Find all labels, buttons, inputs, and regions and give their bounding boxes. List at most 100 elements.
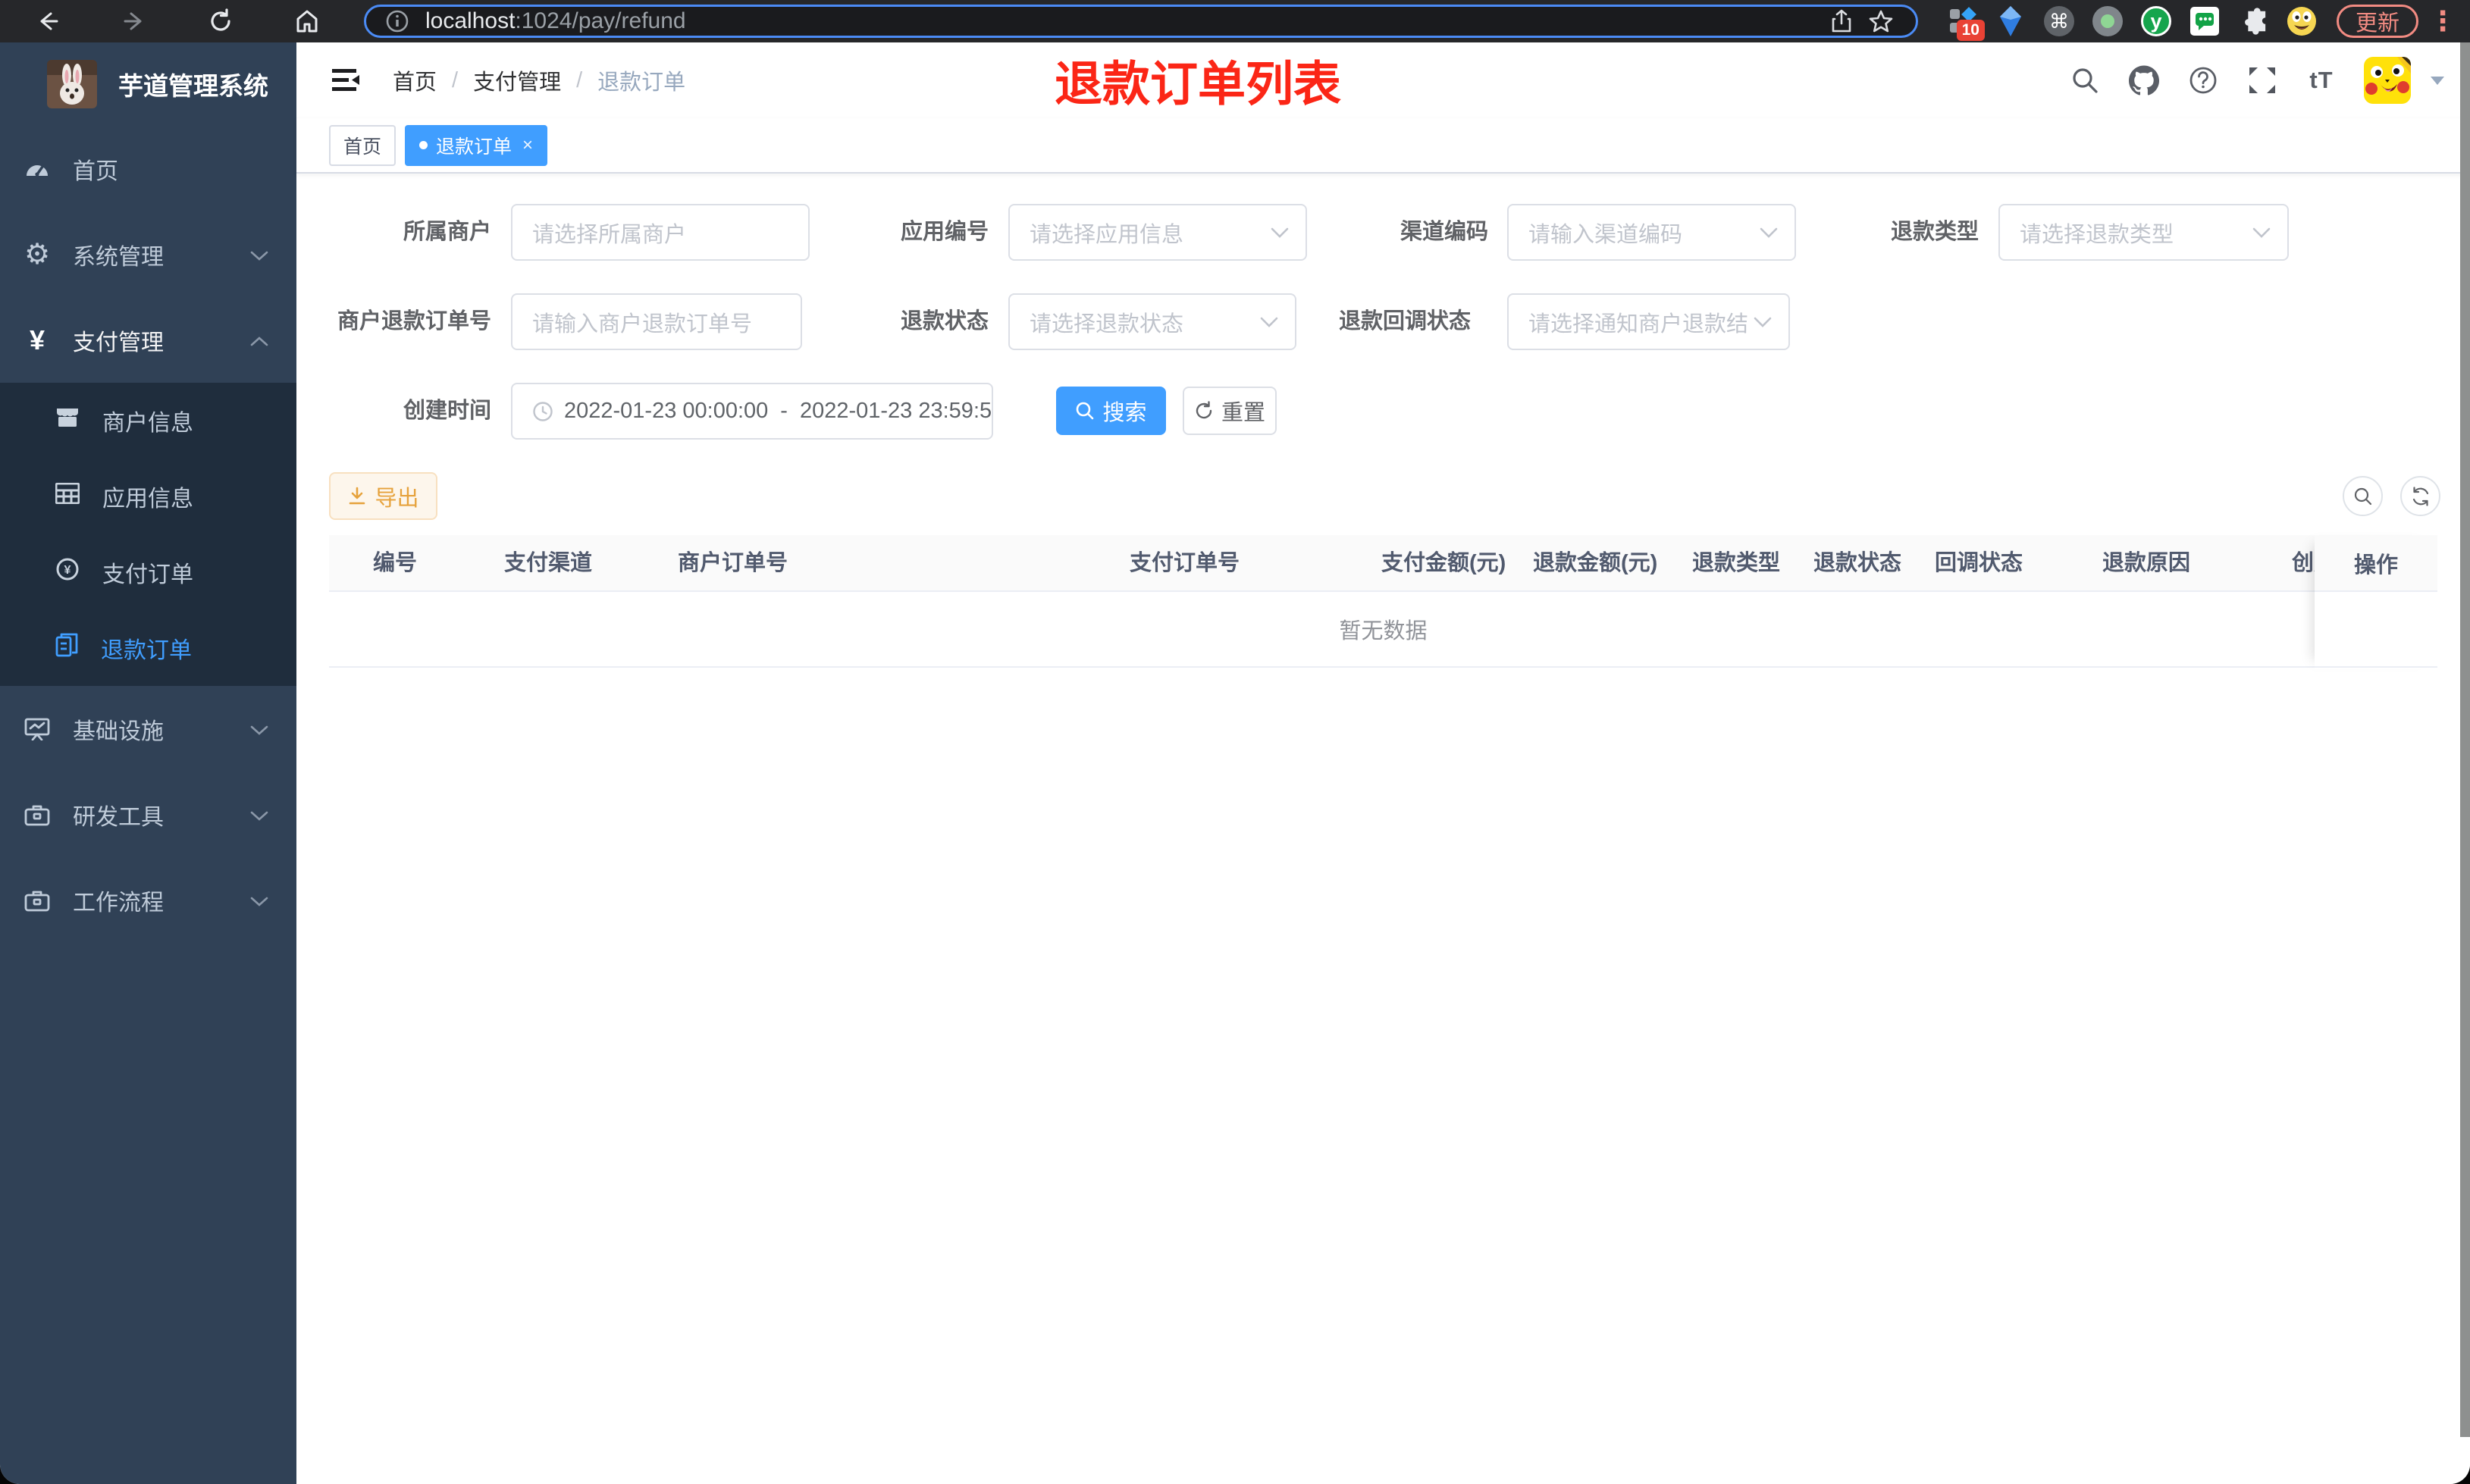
share-button[interactable] (1822, 6, 1861, 36)
sidebar-item-payment[interactable]: ¥ 支付管理 (0, 297, 296, 383)
merchant-refund-no-label: 商户退款订单号 (337, 309, 491, 333)
merchant-refund-no-input[interactable]: 请输入商户退款订单号 (511, 293, 802, 350)
cmd-extension-icon: ⌘ (2043, 6, 2074, 36)
extension-chat-button[interactable] (2180, 2, 2229, 41)
tab-label: 退款订单 (436, 136, 512, 158)
sidebar-item-label: 商户信息 (102, 411, 193, 436)
sidebar-item-home[interactable]: 首页 (0, 126, 296, 211)
channel-placeholder: 请输入渠道编码 (1528, 222, 1683, 247)
sidebar-item-pay-order[interactable]: ¥ 支付订单 (0, 534, 296, 610)
merchant-input[interactable]: 请选择所属商户 (511, 204, 810, 261)
clock-icon (533, 401, 553, 421)
table-header-row: 编号 支付渠道 商户订单号 支付订单号 支付金额(元) 退款金额(元) 退款类型… (329, 535, 2437, 592)
app-select[interactable]: 请选择应用信息 (1008, 204, 1307, 261)
extension-y-button[interactable]: y (2132, 2, 2180, 41)
breadcrumb-item-payment[interactable]: 支付管理 (473, 64, 561, 96)
sidebar-item-devtools[interactable]: 研发工具 (0, 772, 296, 857)
show-search-toggle-button[interactable] (2343, 476, 2383, 516)
refund-type-select[interactable]: 请选择退款类型 (1998, 204, 2289, 261)
extension-gem-button[interactable] (1986, 2, 2035, 41)
header-search-button[interactable] (2068, 64, 2102, 97)
tab-home[interactable]: 首页 (329, 124, 397, 166)
app-logo-icon (47, 60, 97, 108)
search-button[interactable]: 搜索 (1056, 387, 1166, 435)
export-button[interactable]: 导出 (329, 472, 437, 520)
sidebar: 芋道管理系统 首页 ⚙ 系统管理 ¥ 支付管理 商户信息 应用信息 ¥ 支付订单… (0, 42, 296, 1484)
breadcrumb-item-home[interactable]: 首页 (393, 64, 437, 96)
notify-status-label: 退款回调状态 (1338, 309, 1471, 333)
refund-status-select[interactable]: 请选择退款状态 (1008, 293, 1296, 350)
github-button[interactable] (2127, 64, 2161, 97)
user-avatar[interactable] (2364, 57, 2411, 104)
sidebar-logo[interactable]: 芋道管理系统 (0, 42, 296, 126)
app-label: 应用编号 (900, 220, 989, 244)
sidebar-item-label: 支付订单 (102, 562, 193, 587)
sidebar-item-system[interactable]: ⚙ 系统管理 (0, 211, 296, 297)
extension-puzzle-button[interactable] (2229, 2, 2277, 41)
y-extension-icon: y (2140, 6, 2171, 36)
channel-select[interactable]: 请输入渠道编码 (1507, 204, 1796, 261)
help-button[interactable] (2186, 64, 2220, 97)
column-header: 支付金额(元) (1381, 551, 1506, 575)
avatar-caret-icon[interactable] (2431, 76, 2444, 85)
font-size-icon: tT (2309, 67, 2334, 93)
sidebar-item-label: 应用信息 (102, 487, 193, 512)
filter-row-2: 商户退款订单号 请输入商户退款订单号 退款状态 请选择退款状态 退款回调状态 请… (329, 293, 2437, 350)
sidebar-item-refund-order[interactable]: 退款订单 (0, 610, 296, 686)
chevron-down-icon (1265, 220, 1289, 245)
tab-refund-order[interactable]: 退款订单 × (405, 124, 548, 166)
svg-text:¥: ¥ (64, 564, 71, 577)
merchant-refund-no-placeholder: 请输入商户退款订单号 (532, 312, 753, 337)
forward-icon (124, 12, 142, 30)
extension-emoji-button[interactable] (2277, 2, 2326, 41)
browser-window: localhost:1024/pay/refund 10 ⌘ y 更新 ⋮ 芋… (0, 0, 2470, 1484)
active-tab-dot (419, 141, 428, 149)
reload-button[interactable] (188, 3, 253, 39)
sidebar-item-app-info[interactable]: 应用信息 (0, 459, 296, 534)
sidebar-collapse-button[interactable] (329, 64, 362, 97)
refund-table: 编号 支付渠道 商户订单号 支付订单号 支付金额(元) 退款金额(元) 退款类型… (329, 535, 2437, 668)
search-icon (2354, 487, 2371, 505)
column-header: 退款状态 (1813, 551, 1902, 575)
avatar-image (2364, 57, 2411, 104)
empty-text: 暂无数据 (1339, 619, 1428, 643)
sidebar-item-merchant-info[interactable]: 商户信息 (0, 383, 296, 459)
column-header: 退款类型 (1692, 551, 1781, 575)
fullscreen-button[interactable] (2246, 64, 2279, 97)
end-date-value: 2022-01-23 23:59:59 (799, 399, 993, 423)
channel-label: 渠道编码 (1400, 220, 1488, 244)
monitor-icon (24, 718, 50, 740)
font-size-button[interactable]: tT (2305, 64, 2338, 97)
tab-close-icon[interactable]: × (522, 136, 533, 155)
question-circle-icon (2189, 67, 2217, 94)
notify-status-select[interactable]: 请选择通知商户退款结果( (1507, 293, 1790, 350)
extension-dot-button[interactable] (2083, 2, 2132, 41)
page-content: 所属商户 请选择所属商户 应用编号 请选择应用信息 渠道编码 请输入渠道编码 退… (296, 174, 2470, 1484)
back-button[interactable] (15, 3, 80, 39)
window-scrollbar[interactable] (2460, 42, 2470, 1437)
column-header: 编号 (373, 551, 418, 575)
forward-button[interactable] (102, 3, 167, 39)
browser-menu-button[interactable]: ⋮ (2426, 5, 2459, 37)
sidebar-item-label: 系统管理 (73, 244, 164, 270)
extension-grid-button[interactable]: 10 (1938, 2, 1986, 41)
sidebar-item-workflow[interactable]: 工作流程 (0, 857, 296, 943)
sidebar-item-infra[interactable]: 基础设施 (0, 686, 296, 772)
share-icon (1832, 9, 1851, 33)
reset-button[interactable]: 重置 (1183, 387, 1277, 435)
update-button[interactable]: 更新 (2336, 5, 2418, 38)
extension-cmd-button[interactable]: ⌘ (2035, 2, 2083, 41)
create-time-range-input[interactable]: 2022-01-23 00:00:00 - 2022-01-23 23:59:5… (511, 383, 993, 440)
grid-icon (55, 482, 80, 510)
chevron-down-icon (249, 802, 269, 828)
refund-status-placeholder: 请选择退款状态 (1030, 312, 1184, 337)
url-bar[interactable]: localhost:1024/pay/refund (364, 5, 1918, 38)
sidebar-item-label: 支付管理 (73, 330, 164, 355)
breadcrumb-item-current: 退款订单 (597, 70, 686, 95)
document-copy-icon (55, 633, 78, 663)
start-date-value: 2022-01-23 00:00:00 (564, 399, 769, 423)
home-button[interactable] (274, 3, 340, 39)
app-placeholder: 请选择应用信息 (1030, 222, 1184, 247)
refresh-table-button[interactable] (2400, 476, 2440, 516)
bookmark-star-button[interactable] (1861, 6, 1901, 36)
